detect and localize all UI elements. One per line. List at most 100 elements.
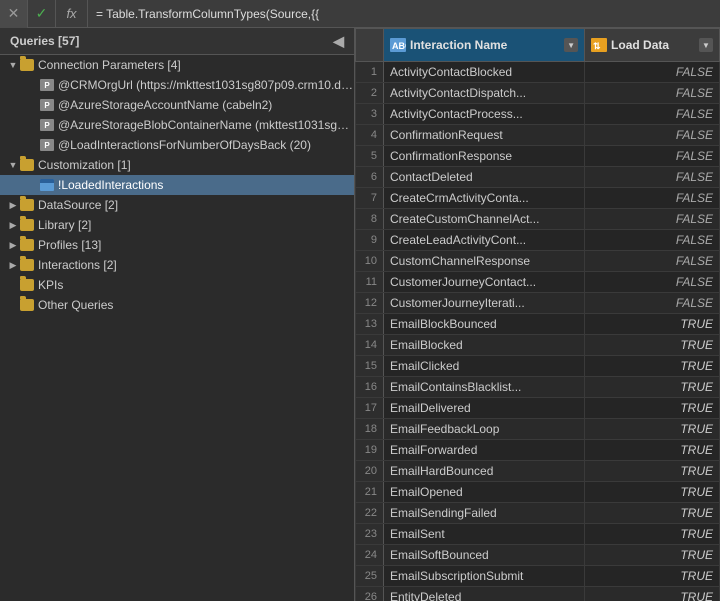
interaction-name-cell: ContactDeleted <box>384 167 585 188</box>
row-number: 11 <box>356 272 384 293</box>
interaction-name-cell: EmailSent <box>384 524 585 545</box>
confirm-button[interactable]: ✓ <box>28 0 56 28</box>
table-row: 20EmailHardBouncedTRUE <box>356 461 720 482</box>
row-number: 14 <box>356 335 384 356</box>
sidebar-item-load-interactions[interactable]: P @LoadInteractionsForNumberOfDaysBack (2… <box>0 135 354 155</box>
tree-label-other-queries: Other Queries <box>38 298 354 312</box>
tree-label-profiles: Profiles [13] <box>38 238 354 252</box>
table-row: 16EmailContainsBlacklist...TRUE <box>356 377 720 398</box>
table-row: 11CustomerJourneyContact...FALSE <box>356 272 720 293</box>
interaction-name-cell: ConfirmationRequest <box>384 125 585 146</box>
param-icon-load-interactions: P <box>40 139 54 151</box>
interaction-name-cell: EmailHardBounced <box>384 461 585 482</box>
sidebar-item-datasource[interactable]: ▶DataSource [2] <box>0 195 354 215</box>
data-table: ABC Interaction Name ▼ <box>355 28 720 601</box>
table-row: 8CreateCustomChannelAct...FALSE <box>356 209 720 230</box>
table-row: 13EmailBlockBouncedTRUE <box>356 314 720 335</box>
row-number: 7 <box>356 188 384 209</box>
tree-label-datasource: DataSource [2] <box>38 198 354 212</box>
sidebar-item-azure-blob-container[interactable]: P@AzureStorageBlobContainerName (mkttest… <box>0 115 354 135</box>
sort-type-icon: ⇅ <box>591 38 607 52</box>
tree-label-azure-storage-account: @AzureStorageAccountName (cabeln2) <box>58 98 354 112</box>
sidebar-item-crm-org-url[interactable]: P@CRMOrgUrl (https://mkttest1031sg807p09… <box>0 75 354 95</box>
load-data-cell: TRUE <box>585 356 720 377</box>
interaction-name-cell: ActivityContactDispatch... <box>384 83 585 104</box>
load-data-cell: FALSE <box>585 209 720 230</box>
sidebar-item-connection-params[interactable]: ▼ Connection Parameters [4] <box>0 55 354 75</box>
sidebar-item-azure-storage-account[interactable]: P@AzureStorageAccountName (cabeln2) <box>0 95 354 115</box>
table-row: 21EmailOpenedTRUE <box>356 482 720 503</box>
sidebar-item-library[interactable]: ▶Library [2] <box>0 215 354 235</box>
interaction-name-cell: EmailBlockBounced <box>384 314 585 335</box>
row-number: 23 <box>356 524 384 545</box>
col-header-interaction-name[interactable]: ABC Interaction Name ▼ <box>384 29 585 62</box>
table-row: 18EmailFeedbackLoopTRUE <box>356 419 720 440</box>
table-header-row: ABC Interaction Name ▼ <box>356 29 720 62</box>
interaction-name-dropdown[interactable]: ▼ <box>564 38 578 52</box>
load-data-cell: TRUE <box>585 377 720 398</box>
table-row: 19EmailForwardedTRUE <box>356 440 720 461</box>
load-data-dropdown[interactable]: ▼ <box>699 38 713 52</box>
table-row: 17EmailDeliveredTRUE <box>356 398 720 419</box>
row-number: 26 <box>356 587 384 601</box>
tree-label-interactions: Interactions [2] <box>38 258 354 272</box>
sidebar-item-interactions[interactable]: ▶ Interactions [2] <box>0 255 354 275</box>
row-number: 5 <box>356 146 384 167</box>
table-icon-loaded-interactions <box>40 179 54 191</box>
load-data-cell: FALSE <box>585 125 720 146</box>
tree-arrow-library: ▶ <box>6 220 20 231</box>
interaction-name-cell: EntityDeleted <box>384 587 585 601</box>
interaction-name-cell: EmailSendingFailed <box>384 503 585 524</box>
sidebar-item-profiles[interactable]: ▶Profiles [13] <box>0 235 354 255</box>
abc-type-icon: ABC <box>390 38 406 52</box>
row-number: 10 <box>356 251 384 272</box>
load-data-cell: FALSE <box>585 188 720 209</box>
table-row: 2ActivityContactDispatch...FALSE <box>356 83 720 104</box>
sidebar-item-kpis[interactable]: KPIs <box>0 275 354 295</box>
formula-text[interactable]: = Table.TransformColumnTypes(Source,{{ <box>88 7 720 21</box>
folder-icon-profiles <box>20 239 34 251</box>
sidebar-item-customization[interactable]: ▼Customization [1] <box>0 155 354 175</box>
svg-text:⇅: ⇅ <box>593 41 601 51</box>
table-row: 22EmailSendingFailedTRUE <box>356 503 720 524</box>
load-data-cell: TRUE <box>585 461 720 482</box>
load-data-cell: TRUE <box>585 482 720 503</box>
folder-icon-connection-params <box>20 59 34 71</box>
interaction-name-cell: CreateCrmActivityConta... <box>384 188 585 209</box>
data-table-container[interactable]: ABC Interaction Name ▼ <box>355 28 720 601</box>
load-data-cell: TRUE <box>585 398 720 419</box>
row-number: 1 <box>356 62 384 83</box>
tree-arrow-connection-params: ▼ <box>6 60 20 70</box>
table-row: 10CustomChannelResponseFALSE <box>356 251 720 272</box>
table-row: 12CustomerJourneyIterati...FALSE <box>356 293 720 314</box>
row-number: 15 <box>356 356 384 377</box>
col-header-load-data[interactable]: ⇅ Load Data ▼ <box>585 29 720 62</box>
tree-label-connection-params: Connection Parameters [4] <box>38 58 354 72</box>
sidebar-item-loaded-interactions[interactable]: !LoadedInteractions <box>0 175 354 195</box>
tree-label-load-interactions: @LoadInteractionsForNumberOfDaysBack (20… <box>58 138 354 152</box>
svg-text:ABC: ABC <box>392 41 406 51</box>
folder-icon-kpis <box>20 279 34 291</box>
row-number: 17 <box>356 398 384 419</box>
queries-list: ▼ Connection Parameters [4] P@CRMOrgUrl (h… <box>0 55 354 601</box>
table-row: 4ConfirmationRequestFALSE <box>356 125 720 146</box>
table-row: 24EmailSoftBouncedTRUE <box>356 545 720 566</box>
interaction-name-cell: ActivityContactProcess... <box>384 104 585 125</box>
collapse-button[interactable]: ◀ <box>333 34 344 48</box>
interaction-name-cell: EmailContainsBlacklist... <box>384 377 585 398</box>
row-number: 25 <box>356 566 384 587</box>
load-data-cell: FALSE <box>585 146 720 167</box>
table-row: 3ActivityContactProcess...FALSE <box>356 104 720 125</box>
table-row: 5ConfirmationResponseFALSE <box>356 146 720 167</box>
load-data-cell: FALSE <box>585 272 720 293</box>
sidebar-item-other-queries[interactable]: Other Queries <box>0 295 354 315</box>
load-data-cell: FALSE <box>585 83 720 104</box>
load-data-col-label: Load Data <box>611 38 695 52</box>
row-number: 3 <box>356 104 384 125</box>
table-row: 9CreateLeadActivityCont...FALSE <box>356 230 720 251</box>
tree-arrow-interactions: ▶ <box>6 260 20 271</box>
load-data-cell: TRUE <box>585 566 720 587</box>
cancel-button[interactable]: ✕ <box>0 0 28 28</box>
folder-icon-interactions <box>20 259 34 271</box>
row-num-header <box>356 29 384 62</box>
